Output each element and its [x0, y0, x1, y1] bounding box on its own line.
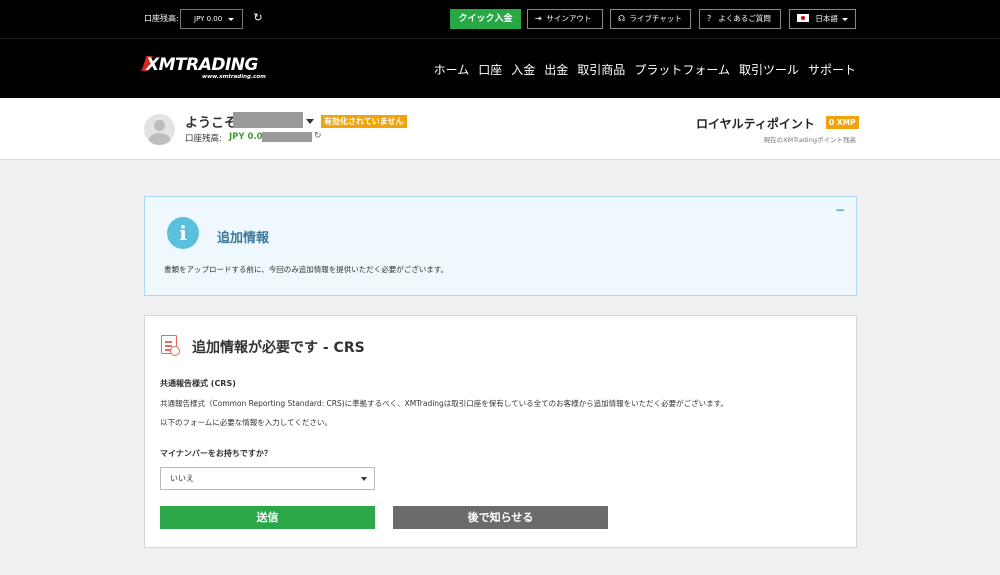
- royalty-points-title: ロイヤルティポイント: [696, 117, 815, 131]
- nav-item-withdrawal[interactable]: 出金: [544, 61, 568, 78]
- redacted-account-number: [262, 132, 312, 142]
- language-label: 日本語: [815, 14, 838, 23]
- nav-item-platforms[interactable]: プラットフォーム: [634, 61, 730, 78]
- status-badge: 有効化されていません: [321, 115, 407, 128]
- language-dropdown[interactable]: 日本語: [789, 9, 856, 29]
- nav-item-support[interactable]: サポート: [808, 61, 856, 78]
- my-number-select[interactable]: いいえ: [160, 467, 375, 490]
- info-icon: i: [167, 217, 199, 249]
- notify-later-button[interactable]: 後で知らせる: [393, 506, 608, 529]
- main-navbar: XMTRADING www.xmtrading.com ホーム 口座 入金 出金…: [0, 38, 1000, 98]
- logo-subtext: www.xmtrading.com: [202, 74, 266, 80]
- crs-title: 追加情報が必要です - CRS: [192, 340, 365, 356]
- sign-out-icon: ⇥: [535, 14, 542, 23]
- my-number-question: マイナンバーをお持ちですか？: [160, 449, 272, 458]
- top-balance-value: JPY 0.00: [194, 15, 223, 23]
- nav-menu: ホーム 口座 入金 出金 取引商品 プラットフォーム 取引ツール サポート: [434, 61, 856, 78]
- faq-label: よくあるご質問: [718, 14, 771, 23]
- nav-item-deposit[interactable]: 入金: [511, 61, 535, 78]
- headset-icon: ☊: [618, 14, 626, 23]
- xmtrading-logo[interactable]: XMTRADING www.xmtrading.com: [141, 53, 274, 83]
- nav-item-home[interactable]: ホーム: [434, 61, 470, 78]
- welcome-bar: ようこそ 有効化されていません 口座残高: JPY 0.00 ↻ ロイヤルティポ…: [0, 98, 1000, 160]
- welcome-greeting: ようこそ: [185, 116, 238, 131]
- top-balance-dropdown[interactable]: JPY 0.00: [180, 9, 243, 29]
- additional-info-panel: i 追加情報 書類をアップロードする前に、今回のみ追加情報を提供いただく必要がご…: [144, 196, 857, 296]
- japan-flag-icon: [797, 14, 809, 22]
- top-balance-label: 口座残高:: [144, 14, 179, 23]
- crs-description: 共通報告様式（Common Reporting Standard: CRS)に準…: [160, 399, 728, 408]
- chevron-down-icon: [228, 18, 234, 21]
- collapse-button[interactable]: −: [835, 203, 845, 217]
- nav-item-account[interactable]: 口座: [478, 61, 502, 78]
- crs-form-panel: 追加情報が必要です - CRS 共通報告様式 (CRS) 共通報告様式（Comm…: [144, 315, 857, 548]
- my-number-select-value: いいえ: [170, 474, 194, 483]
- chevron-down-icon: [361, 477, 367, 481]
- refresh-icon[interactable]: ↻: [314, 131, 322, 141]
- info-panel-text: 書類をアップロードする前に、今回のみ追加情報を提供いただく必要がございます。: [164, 265, 449, 274]
- crs-heading: 共通報告様式 (CRS): [160, 379, 236, 388]
- live-chat-button[interactable]: ☊ ライブチャット: [610, 9, 691, 29]
- top-bar: 口座残高: JPY 0.00 ↻ クイック入金 ⇥ サインアウト ☊ ライブチャ…: [0, 0, 1000, 38]
- faq-button[interactable]: ? よくあるご質問: [699, 9, 781, 29]
- chevron-down-icon: [842, 18, 848, 21]
- logo-text: XMTRADING: [146, 55, 259, 75]
- account-balance-label: 口座残高:: [185, 134, 222, 144]
- refresh-icon[interactable]: ↻: [252, 11, 264, 25]
- live-chat-label: ライブチャット: [629, 14, 682, 23]
- sign-out-label: サインアウト: [546, 14, 592, 23]
- question-circle-icon: ?: [707, 14, 712, 23]
- avatar: [144, 114, 175, 145]
- document-search-icon: [161, 335, 180, 356]
- nav-item-products[interactable]: 取引商品: [577, 61, 625, 78]
- royalty-points-subtitle: 現在のXMTradingポイント残高: [763, 136, 856, 144]
- chevron-down-icon[interactable]: [306, 119, 314, 124]
- quick-deposit-button[interactable]: クイック入金: [450, 9, 521, 29]
- nav-item-tools[interactable]: 取引ツール: [739, 61, 799, 78]
- crs-instructions: 以下のフォームに必要な情報を入力してください。: [160, 418, 332, 427]
- info-panel-title: 追加情報: [217, 231, 270, 246]
- redacted-username: [233, 112, 303, 128]
- submit-button[interactable]: 送信: [160, 506, 375, 529]
- xmp-points-badge: 0 XMP: [826, 116, 859, 129]
- sign-out-button[interactable]: ⇥ サインアウト: [527, 9, 603, 29]
